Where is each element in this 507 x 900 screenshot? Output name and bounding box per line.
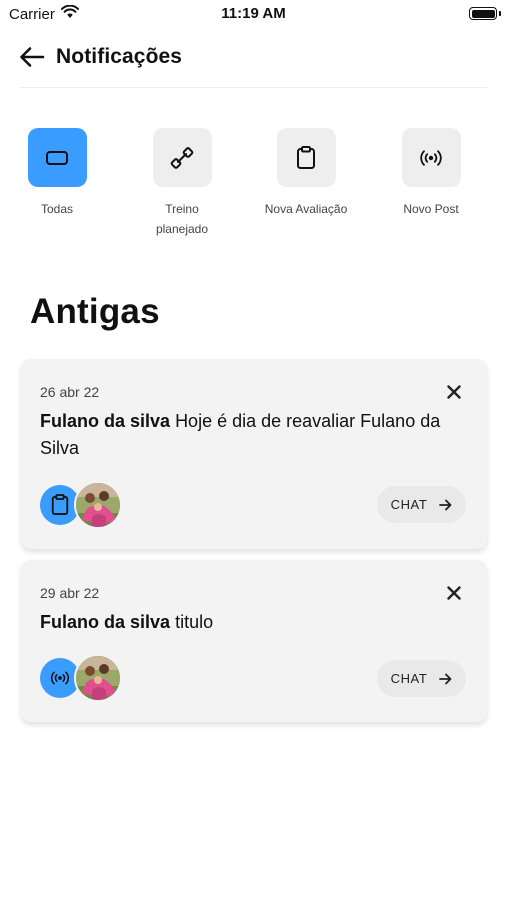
filter-label: Treino planejado — [155, 202, 209, 236]
status-bar: Carrier 11:19 AM — [0, 0, 507, 28]
close-icon — [447, 385, 461, 399]
clipboard-icon — [297, 145, 315, 169]
broadcast-icon — [50, 671, 70, 685]
arrow-left-icon — [20, 47, 45, 67]
battery-tip — [499, 11, 501, 16]
notification-date: 29 abr 22 — [40, 585, 100, 601]
arrow-right-icon — [439, 499, 452, 510]
notification-author: Fulano da silva — [40, 612, 171, 632]
notification-card[interactable]: 29 abr 22 Fulano da silva titulo CHAT — [21, 560, 487, 722]
arrow-right-icon — [439, 673, 452, 684]
notification-text: titulo — [175, 612, 214, 632]
chat-label: CHAT — [390, 497, 428, 512]
notification-date: 26 abr 22 — [40, 384, 100, 400]
filter-post-box[interactable] — [401, 128, 461, 187]
notification-avatars — [40, 481, 130, 529]
filter-nova-avaliacao[interactable]: Nova Avaliação — [246, 128, 366, 219]
back-button[interactable] — [18, 43, 46, 71]
notification-author: Fulano da silva — [40, 411, 171, 431]
filter-todas[interactable]: Todas — [0, 128, 117, 219]
chat-label: CHAT — [390, 671, 428, 686]
filter-label: Todas — [40, 202, 74, 216]
page-title: Notificações — [56, 45, 183, 68]
avatar-photo-icon — [76, 656, 120, 700]
dumbbell-icon — [170, 146, 194, 169]
close-icon — [447, 586, 461, 600]
avatar[interactable] — [74, 654, 122, 702]
dismiss-button[interactable] — [443, 381, 465, 403]
header-divider — [20, 87, 487, 88]
filter-avaliacao-box[interactable] — [276, 128, 336, 187]
notification-message: Fulano da silva Hoje é dia de reavaliar … — [40, 408, 457, 462]
battery-icon — [469, 7, 497, 20]
avatar[interactable] — [74, 481, 122, 529]
filter-treino-planejado[interactable]: Treino planejado — [122, 128, 242, 239]
status-time: 11:19 AM — [221, 5, 286, 22]
chat-button[interactable]: CHAT — [377, 486, 466, 523]
page-header: Notificações — [18, 40, 182, 74]
chat-button[interactable]: CHAT — [377, 660, 466, 697]
filter-novo-post[interactable]: Novo Post — [371, 128, 491, 219]
section-title: Antigas — [30, 292, 160, 331]
notification-card[interactable]: 26 abr 22 Fulano da silva Hoje é dia de … — [21, 359, 487, 549]
rectangle-icon — [46, 150, 68, 165]
notification-avatars — [40, 654, 130, 702]
filter-treino-box[interactable] — [152, 128, 212, 187]
filter-todas-box[interactable] — [27, 128, 87, 187]
filter-label: Novo Post — [403, 202, 459, 216]
filter-label: Nova Avaliação — [264, 202, 348, 216]
avatar-photo-icon — [76, 483, 120, 527]
dismiss-button[interactable] — [443, 582, 465, 604]
clipboard-icon — [51, 494, 69, 515]
notification-message: Fulano da silva titulo — [40, 609, 457, 636]
broadcast-icon — [420, 149, 442, 166]
